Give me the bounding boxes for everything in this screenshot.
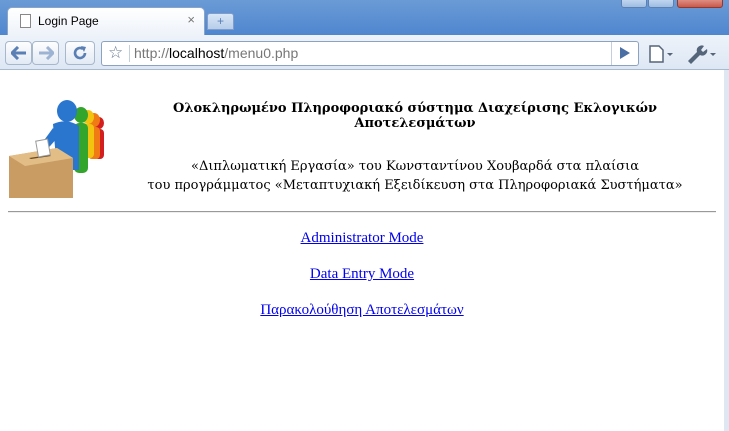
browser-tab[interactable]: Login Page × xyxy=(7,7,205,35)
new-tab-button[interactable]: + xyxy=(207,13,234,30)
administrator-mode-link[interactable]: Administrator Mode xyxy=(0,230,724,247)
data-entry-mode-link[interactable]: Data Entry Mode xyxy=(0,266,724,283)
reload-icon xyxy=(73,46,87,60)
forward-button[interactable] xyxy=(32,41,59,65)
results-monitoring-link[interactable]: Παρακολούθηση Αποτελεσμάτων xyxy=(0,302,724,319)
url-scheme: http:// xyxy=(134,45,170,61)
go-arrow-icon xyxy=(620,47,630,59)
url-text[interactable]: http://localhost/menu0.php xyxy=(134,45,298,61)
star-icon[interactable]: ☆ xyxy=(108,44,123,62)
back-button[interactable] xyxy=(5,41,32,65)
minimize-button[interactable] xyxy=(621,0,647,8)
subtitle-line-1: «Διπλωματική Εργασία» του Κωνσταντίνου Χ… xyxy=(190,159,640,174)
tools-menu-button[interactable] xyxy=(684,43,720,65)
page-menu-button[interactable] xyxy=(645,43,677,65)
title-bar: Login Page × + xyxy=(0,0,729,35)
go-button[interactable] xyxy=(611,42,638,65)
url-host: localhost xyxy=(169,45,225,61)
tab-title: Login Page xyxy=(38,14,99,28)
page-heading: Ολοκληρωμένο Πληροφοριακό σύστημα Διαχεί… xyxy=(173,101,657,131)
close-window-button[interactable] xyxy=(677,0,723,8)
wrench-icon xyxy=(688,45,716,64)
reload-button[interactable] xyxy=(65,41,95,65)
horizontal-divider xyxy=(8,211,716,213)
maximize-button[interactable] xyxy=(648,0,674,8)
address-bar[interactable]: ☆ http://localhost/menu0.php xyxy=(101,41,639,66)
url-path: /menu0.php xyxy=(224,45,299,61)
subtitle-line-2: του προγράμματος «Μεταπτυχιακή Εξειδίκευ… xyxy=(147,178,683,193)
page-favicon-icon xyxy=(20,14,31,28)
thesis-subtitle: «Διπλωματική Εργασία» του Κωνσταντίνου Χ… xyxy=(120,157,710,195)
page-menu-icon xyxy=(649,45,673,63)
back-arrow-icon xyxy=(10,46,26,60)
voting-people-logo-icon xyxy=(9,100,104,198)
browser-toolbar: ☆ http://localhost/menu0.php xyxy=(0,35,729,70)
forward-arrow-icon xyxy=(38,46,54,60)
address-divider xyxy=(129,45,130,62)
page-content: Ολοκληρωμένο Πληροφοριακό σύστημα Διαχεί… xyxy=(0,70,729,431)
tab-close-icon[interactable]: × xyxy=(187,12,195,27)
